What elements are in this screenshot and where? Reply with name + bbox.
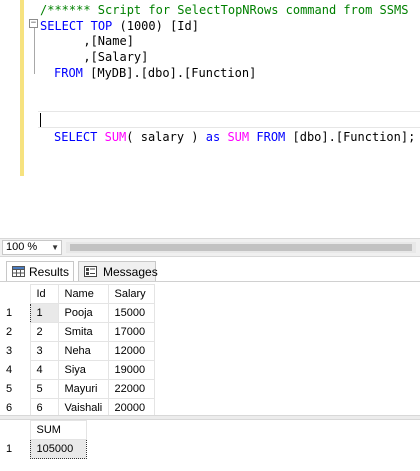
column-header-salary[interactable]: Salary bbox=[107, 284, 155, 304]
text-caret bbox=[40, 113, 41, 127]
row-number: 4 bbox=[6, 364, 13, 376]
column-header-name[interactable]: Name bbox=[57, 284, 109, 304]
horizontal-scrollbar[interactable] bbox=[66, 242, 416, 253]
cell-id[interactable]: 5 bbox=[29, 379, 59, 399]
scrollbar-thumb[interactable] bbox=[70, 244, 412, 251]
dropdown-arrow-icon: ▼ bbox=[51, 243, 59, 252]
column-header-sum[interactable]: SUM bbox=[29, 420, 87, 440]
table-row[interactable]: 1 1 Pooja 15000 bbox=[0, 303, 155, 323]
messages-icon bbox=[84, 266, 97, 277]
cell-name[interactable]: Siya bbox=[57, 360, 109, 380]
results-grid[interactable]: Id Name Salary 1 1 Pooja 15000 2 2 Smita… bbox=[0, 284, 155, 418]
tab-messages[interactable]: Messages bbox=[78, 261, 158, 281]
cell-name[interactable]: Pooja bbox=[57, 303, 109, 323]
row-number: 1 bbox=[6, 443, 13, 455]
current-line-highlight bbox=[38, 111, 420, 128]
cell-salary[interactable]: 12000 bbox=[107, 341, 155, 361]
cell-salary[interactable]: 15000 bbox=[107, 303, 155, 323]
results-tabs: Results Messages bbox=[0, 258, 420, 282]
cell-salary[interactable]: 19000 bbox=[107, 360, 155, 380]
column-header-id[interactable]: Id bbox=[29, 284, 59, 304]
table-row[interactable]: 4 4 Siya 19000 bbox=[0, 360, 155, 380]
cell-sum[interactable]: 105000 bbox=[29, 439, 87, 459]
table-row[interactable]: 2 2 Smita 17000 bbox=[0, 322, 155, 342]
code-comment: /****** Script for SelectTopNRows comman… bbox=[40, 3, 409, 17]
results-pane: Id Name Salary 1 1 Pooja 15000 2 2 Smita… bbox=[0, 282, 420, 471]
tab-results[interactable]: Results bbox=[6, 261, 74, 281]
cell-id[interactable]: 1 bbox=[29, 303, 59, 323]
cell-id[interactable]: 2 bbox=[29, 322, 59, 342]
table-row[interactable]: 5 5 Mayuri 22000 bbox=[0, 379, 155, 399]
row-number: 1 bbox=[6, 307, 13, 319]
cell-salary[interactable]: 22000 bbox=[107, 379, 155, 399]
grid-header-row: Id Name Salary bbox=[0, 284, 155, 304]
table-row[interactable]: 1 105000 bbox=[0, 439, 87, 459]
cell-name[interactable]: Mayuri bbox=[57, 379, 109, 399]
change-tracking-bar bbox=[20, 0, 24, 176]
cell-name[interactable]: Smita bbox=[57, 322, 109, 342]
zoom-dropdown[interactable]: 100 % ▼ bbox=[2, 240, 62, 255]
code-line-select-top: SELECT TOP (1000) [Id] bbox=[40, 19, 199, 33]
zoom-bar: 100 % ▼ bbox=[0, 238, 420, 257]
code-line-salary: ,[Salary] bbox=[40, 50, 149, 64]
cell-id[interactable]: 3 bbox=[29, 341, 59, 361]
code-line-from: FROM [MyDB].[dbo].[Function] bbox=[54, 66, 257, 80]
cell-id[interactable]: 4 bbox=[29, 360, 59, 380]
grid-icon bbox=[12, 266, 25, 277]
query-editor[interactable]: − /****** Script for SelectTopNRows comm… bbox=[0, 0, 420, 238]
code-line-sum-query: SELECT SUM( salary ) as SUM FROM [dbo].[… bbox=[54, 130, 416, 144]
row-number: 2 bbox=[6, 326, 13, 338]
code-line-name: ,[Name] bbox=[40, 34, 134, 48]
sum-results-grid[interactable]: SUM 1 105000 bbox=[0, 420, 87, 459]
row-number: 5 bbox=[6, 383, 13, 395]
grid-header-row: SUM bbox=[0, 420, 87, 440]
cell-salary[interactable]: 17000 bbox=[107, 322, 155, 342]
outline-line bbox=[34, 28, 35, 74]
collapse-toggle-icon[interactable]: − bbox=[29, 19, 38, 28]
cell-name[interactable]: Neha bbox=[57, 341, 109, 361]
row-number: 3 bbox=[6, 345, 13, 357]
table-row[interactable]: 3 3 Neha 12000 bbox=[0, 341, 155, 361]
